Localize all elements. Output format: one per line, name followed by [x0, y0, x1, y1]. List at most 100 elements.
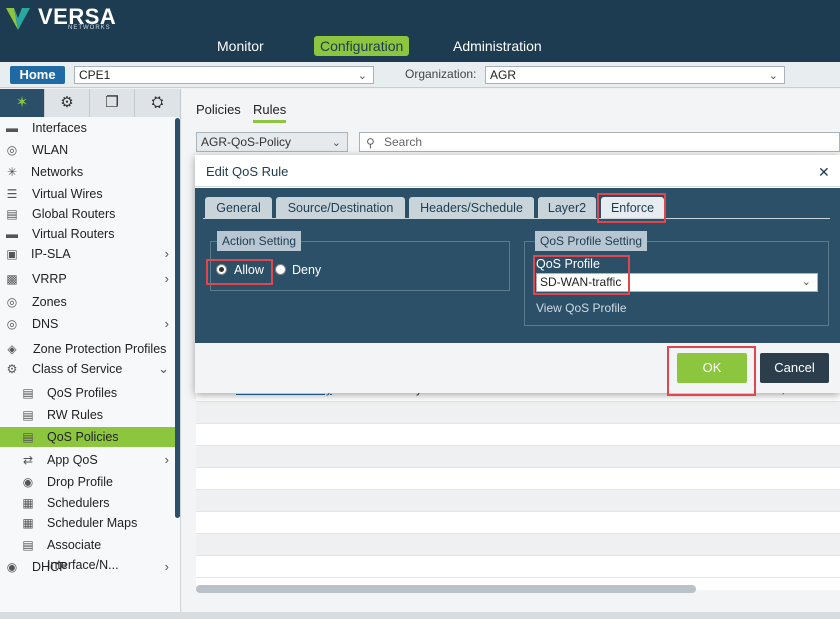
drop-profile-icon: ◉	[22, 475, 34, 489]
sidebar-item-schedulers[interactable]: ▦ Schedulers	[0, 493, 175, 513]
vrrp-icon: ▩	[6, 272, 18, 286]
sidebar-item-label: App QoS	[47, 453, 98, 467]
sidebar-item-label: WLAN	[32, 143, 69, 157]
sidebar-item-label: VRRP	[32, 272, 67, 286]
nav-administration[interactable]: Administration	[447, 36, 548, 56]
class-of-service-icon: ⚙	[6, 362, 18, 376]
view-qos-profile-link[interactable]: View QoS Profile	[536, 301, 627, 315]
sidebar-item-vrrp[interactable]: ▩ VRRP ›	[0, 269, 175, 289]
table-row	[196, 402, 840, 424]
sidebar-item-associate-interface[interactable]: ▤ Associate Interface/N...	[0, 535, 175, 572]
sidebar-tab-settings[interactable]: ⚙	[45, 89, 90, 117]
horizontal-scrollbar[interactable]	[196, 585, 696, 593]
sidebar-item-dhcp[interactable]: ◉ DHCP ›	[0, 557, 175, 577]
highlight-qos-profile	[533, 255, 630, 295]
cancel-button[interactable]: Cancel	[760, 353, 829, 383]
dialog-title: Edit QoS Rule	[206, 164, 289, 179]
versa-logo: VERSA NETWORKS	[4, 2, 144, 34]
sidebar-scrollbar[interactable]	[175, 118, 180, 518]
table-row	[196, 424, 840, 446]
search-placeholder: Search	[384, 135, 423, 149]
sidebar-item-label: Virtual Routers	[32, 227, 115, 241]
qos-policies-icon: ▤	[22, 430, 34, 444]
nav-configuration[interactable]: Configuration	[314, 36, 410, 56]
sidebar-item-global-routers[interactable]: ▤ Global Routers	[0, 204, 175, 224]
home-button[interactable]: Home	[10, 66, 65, 84]
qos-profile-setting-legend: QoS Profile Setting	[535, 231, 648, 251]
device-select-value: CPE1	[79, 68, 111, 82]
sidebar-item-qos-policies[interactable]: ▤ QoS Policies	[0, 427, 175, 447]
tab-headers-schedule[interactable]: Headers/Schedule	[409, 197, 534, 219]
search-icon: ⚲	[366, 136, 375, 150]
gear-icon: ⚙	[60, 94, 74, 111]
ip-sla-icon: ▣	[6, 247, 18, 261]
sidebar-item-drop-profile[interactable]: ◉ Drop Profile	[0, 472, 175, 492]
brand-sub: NETWORKS	[68, 25, 111, 31]
sidebar-item-ip-sla[interactable]: ▣ IP-SLA ›	[0, 244, 175, 264]
app-qos-icon: ⇄	[22, 453, 34, 467]
sidebar-tab-objects[interactable]: ❐	[90, 89, 135, 117]
sidebar-item-virtual-routers[interactable]: ▬ Virtual Routers	[0, 224, 175, 244]
sidebar-item-qos-profiles[interactable]: ▤ QoS Profiles	[0, 383, 175, 403]
sidebar-item-label: Global Routers	[32, 207, 116, 221]
sidebar-item-dns[interactable]: ◎ DNS ›	[0, 314, 175, 334]
sidebar-tab-networking[interactable]: ✶	[0, 89, 45, 117]
organization-select[interactable]: AGR ⌄	[485, 66, 785, 84]
chevron-down-icon: ⌄	[158, 361, 169, 376]
sidebar-item-scheduler-maps[interactable]: ▦ Scheduler Maps	[0, 513, 175, 533]
table-row	[196, 534, 840, 556]
virtual-wires-icon: ☰	[6, 187, 18, 201]
deny-label[interactable]: Deny	[292, 263, 321, 277]
sidebar-item-app-qos[interactable]: ⇄ App QoS ›	[0, 450, 175, 470]
sidebar-item-zone-protection-profiles[interactable]: ◈ Zone Protection Profiles	[0, 339, 175, 359]
virtual-routers-icon: ▬	[6, 227, 18, 241]
associate-interface-icon: ▤	[22, 538, 34, 552]
tab-general[interactable]: General	[205, 197, 272, 219]
nav-monitor[interactable]: Monitor	[211, 36, 270, 56]
networks-icon: ✳	[6, 165, 18, 179]
table-row	[196, 556, 840, 578]
sidebar-item-label: Class of Service	[32, 362, 123, 376]
policy-select[interactable]: AGR-QoS-Policy ⌄	[196, 132, 348, 152]
sidebar-item-wlan[interactable]: ◎ WLAN	[0, 140, 175, 160]
schedulers-icon: ▦	[22, 496, 34, 510]
action-setting-legend: Action Setting	[217, 231, 302, 251]
versa-logo-icon	[6, 8, 30, 30]
tab-layer2[interactable]: Layer2	[538, 197, 596, 219]
sidebar-item-label: RW Rules	[47, 408, 104, 422]
search-input[interactable]: ⚲ Search	[359, 132, 840, 152]
chevron-down-icon: ⌄	[768, 70, 778, 82]
sidebar-item-label: Schedulers	[47, 496, 110, 510]
sidebar-item-zones[interactable]: ◎ Zones	[0, 292, 175, 312]
highlight-ok-button	[667, 346, 756, 396]
close-icon[interactable]: ✕	[818, 164, 830, 181]
network-icon: ✶	[15, 94, 29, 111]
zone-protection-icon: ◈	[7, 342, 17, 356]
interfaces-icon: ▬	[6, 121, 18, 135]
sidebar-tabs: ✶ ⚙ ❐ ⛭	[0, 89, 181, 117]
sidebar-item-label: Zones	[32, 295, 67, 309]
chevron-right-icon: ›	[164, 246, 169, 261]
tab-policies[interactable]: Policies	[196, 102, 241, 117]
device-select[interactable]: CPE1 ⌄	[74, 66, 374, 84]
tab-source-destination[interactable]: Source/Destination	[276, 197, 405, 219]
sidebar-item-interfaces[interactable]: ▬ Interfaces	[0, 118, 175, 138]
table-row	[196, 468, 840, 490]
sidebar-tab-others[interactable]: ⛭	[135, 89, 181, 117]
settings-advanced-icon: ⛭	[151, 94, 164, 111]
sidebar-item-rw-rules[interactable]: ▤ RW Rules	[0, 405, 175, 425]
chevron-right-icon: ›	[164, 559, 169, 574]
tab-divider	[203, 218, 830, 219]
deny-radio[interactable]	[275, 264, 286, 275]
qos-profiles-icon: ▤	[22, 386, 34, 400]
tab-rules[interactable]: Rules	[253, 102, 287, 123]
sidebar-item-class-of-service[interactable]: ⚙ Class of Service ⌄	[0, 359, 175, 379]
table-row	[196, 446, 840, 468]
zones-icon: ◎	[6, 295, 18, 309]
sidebar-item-virtual-wires[interactable]: ☰ Virtual Wires	[0, 184, 175, 204]
sidebar-item-label: Virtual Wires	[32, 187, 103, 201]
sidebar-item-label: Zone Protection Profiles	[33, 342, 167, 356]
sidebar-item-label: DNS	[32, 317, 59, 331]
sidebar-item-networks[interactable]: ✳ Networks	[0, 162, 175, 182]
dhcp-icon: ◉	[6, 560, 18, 574]
